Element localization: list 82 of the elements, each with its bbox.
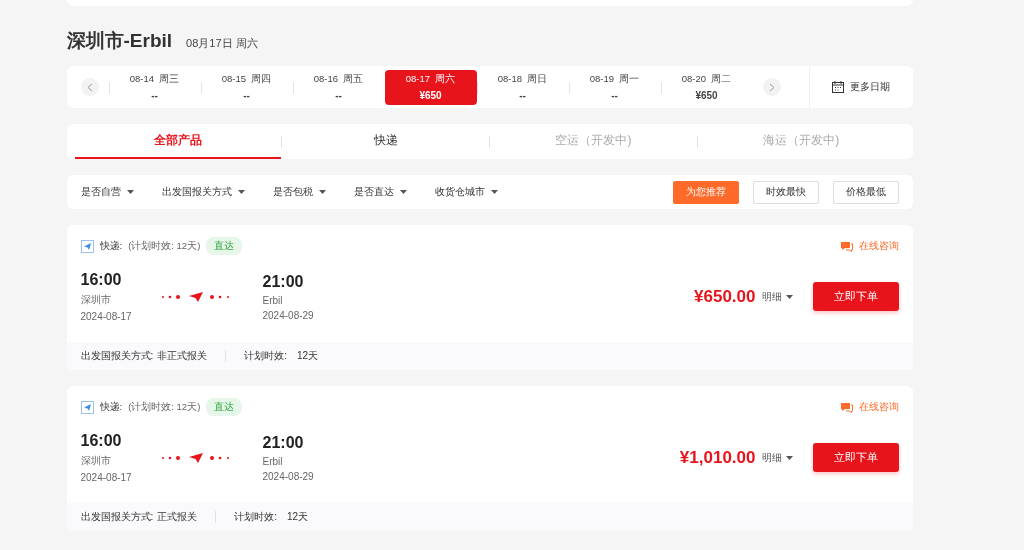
arrival-city: Erbil xyxy=(262,294,284,306)
route-title: 深圳市-Erbil xyxy=(66,29,173,53)
caret-icon xyxy=(490,190,498,194)
filter-dropdown[interactable]: 是否直达 xyxy=(353,185,407,199)
filter-dropdown[interactable]: 出发国报关方式 xyxy=(161,185,245,199)
paper-plane-icon xyxy=(80,239,94,253)
departure-time: 16:00 xyxy=(80,271,123,289)
selected-date: 08月17日 周六 xyxy=(186,36,258,51)
paper-plane-icon xyxy=(80,400,94,414)
date-price: -- xyxy=(519,90,526,101)
date-price: -- xyxy=(151,90,158,101)
chevron-left-icon xyxy=(86,82,93,92)
date-label: 08-16 周五 xyxy=(313,73,364,86)
date-price: -- xyxy=(611,90,618,101)
customs-label: 出发国报关方式: xyxy=(80,510,154,524)
direct-tag: 直达 xyxy=(206,398,243,416)
date-price: ¥650 xyxy=(695,90,718,101)
sort-button[interactable]: 时效最快 xyxy=(752,180,819,204)
order-button[interactable]: 立即下单 xyxy=(812,443,899,472)
sort-button[interactable]: 价格最低 xyxy=(832,180,899,204)
date-option[interactable]: 08-18 周日 -- xyxy=(476,69,569,105)
date-option[interactable]: 08-20 周二 ¥650 xyxy=(660,69,753,105)
route-line-drawing xyxy=(160,451,231,464)
date-price: -- xyxy=(243,90,250,101)
arrival-date: 2024-08-29 xyxy=(262,309,315,321)
direct-tag: 直达 xyxy=(206,237,243,255)
caret-icon xyxy=(785,294,793,299)
price: ¥650.00 xyxy=(694,286,756,307)
price: ¥1,010.00 xyxy=(679,447,756,468)
customs-label: 出发国报关方式: xyxy=(80,349,154,363)
date-label: 08-14 周三 xyxy=(129,73,180,86)
departure-city: 深圳市 xyxy=(80,454,112,468)
caret-icon xyxy=(318,190,326,194)
date-label: 08-18 周日 xyxy=(497,73,548,86)
date-option[interactable]: 08-16 周五 -- xyxy=(292,69,385,105)
caret-icon xyxy=(237,190,245,194)
time-value: 12天 xyxy=(297,349,319,363)
detail-dropdown[interactable]: 明细 xyxy=(761,289,793,304)
previous-button[interactable] xyxy=(80,78,99,96)
date-option[interactable]: 08-19 周一 -- xyxy=(568,69,661,105)
service-label: 快递: xyxy=(99,400,123,414)
arrival-city: Erbil xyxy=(262,455,284,467)
detail-dropdown[interactable]: 明细 xyxy=(761,450,793,465)
departure-time: 16:00 xyxy=(80,432,123,450)
caret-icon xyxy=(126,190,134,194)
category-tab[interactable]: 快递 xyxy=(282,124,489,159)
arrival-time: 21:00 xyxy=(262,272,305,291)
calendar-icon xyxy=(832,81,844,93)
filter-dropdown[interactable]: 是否包税 xyxy=(272,185,326,199)
plan-time: (计划时效: 12天) xyxy=(128,239,201,253)
date-option[interactable]: 08-17 周六 ¥650 xyxy=(384,69,477,105)
date-label: 08-15 周四 xyxy=(221,73,272,86)
departure-city: 深圳市 xyxy=(80,293,112,307)
date-label: 08-19 周一 xyxy=(589,73,640,86)
departure-date: 2024-08-17 xyxy=(80,472,133,483)
next-button[interactable] xyxy=(762,78,781,96)
caret-icon xyxy=(785,455,793,460)
time-value: 12天 xyxy=(287,510,309,524)
date-price: ¥650 xyxy=(419,90,442,101)
date-option[interactable]: 08-14 周三 -- xyxy=(108,69,201,105)
time-label: 计划时效: xyxy=(234,510,278,524)
service-label: 快递: xyxy=(99,239,123,253)
arrival-date: 2024-08-29 xyxy=(262,470,315,482)
plan-time: (计划时效: 12天) xyxy=(128,400,201,414)
order-button[interactable]: 立即下单 xyxy=(812,282,899,311)
time-label: 计划时效: xyxy=(244,349,288,363)
date-label: 08-17 周六 xyxy=(405,73,456,86)
chevron-right-icon xyxy=(768,82,775,92)
date-price: -- xyxy=(335,90,342,101)
customs-value: 非正式报关 xyxy=(157,349,208,363)
arrival-time: 21:00 xyxy=(262,433,305,452)
customs-value: 正式报关 xyxy=(157,510,198,524)
chat-bubble-icon xyxy=(839,240,853,252)
route-line-drawing xyxy=(160,290,231,303)
date-label: 08-20 周二 xyxy=(681,73,732,86)
category-tab[interactable]: 全部产品 xyxy=(74,124,282,159)
chat-bubble-icon xyxy=(839,401,853,413)
filter-dropdown[interactable]: 收货仓城市 xyxy=(434,185,498,199)
filter-dropdown[interactable]: 是否自营 xyxy=(80,185,134,199)
date-option[interactable]: 08-15 周四 -- xyxy=(200,69,293,105)
caret-icon xyxy=(399,190,407,194)
departure-date: 2024-08-17 xyxy=(80,311,133,322)
